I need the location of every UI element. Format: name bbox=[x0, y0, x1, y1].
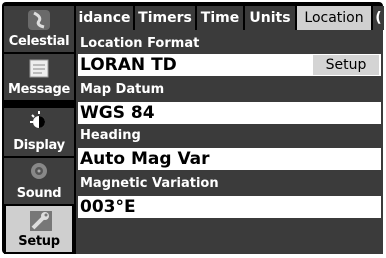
location-panel: Location Format LORAN TD Setup Map Datum… bbox=[76, 30, 383, 254]
tab-bar: idance Timers Time Units Location ( bbox=[76, 6, 384, 30]
tab-location[interactable]: Location bbox=[297, 6, 371, 30]
sidebar-item-setup[interactable]: Setup bbox=[4, 204, 74, 254]
setup-button[interactable]: Setup bbox=[313, 55, 379, 75]
sidebar-item-label: Display bbox=[13, 138, 65, 153]
sidebar-item-display[interactable]: Display bbox=[4, 108, 74, 156]
sidebar-item-message[interactable]: Message bbox=[4, 54, 74, 100]
sidebar: Celestial Message Display Sound Setup bbox=[4, 4, 74, 254]
magnetic-variation-label: Magnetic Variation bbox=[80, 176, 219, 191]
tab-time[interactable]: Time bbox=[197, 6, 243, 30]
setup-icon bbox=[30, 211, 52, 231]
tab-timers[interactable]: Timers bbox=[135, 6, 195, 30]
celestial-icon bbox=[28, 10, 50, 30]
sound-icon bbox=[31, 163, 47, 179]
display-icon bbox=[30, 111, 45, 128]
heading-label: Heading bbox=[80, 128, 141, 143]
location-format-value: LORAN TD bbox=[80, 55, 177, 75]
sidebar-item-label: Setup bbox=[18, 234, 60, 249]
sidebar-item-label: Message bbox=[7, 82, 71, 97]
tab-units[interactable]: Units bbox=[245, 6, 295, 30]
sidebar-item-celestial[interactable]: Celestial bbox=[4, 6, 74, 52]
map-datum-field[interactable]: WGS 84 bbox=[78, 102, 381, 124]
location-format-field[interactable]: LORAN TD Setup bbox=[78, 54, 381, 76]
message-icon bbox=[29, 59, 49, 78]
sidebar-item-label: Celestial bbox=[8, 34, 70, 49]
sidebar-item-label: Sound bbox=[16, 186, 62, 201]
heading-field[interactable]: Auto Mag Var bbox=[78, 148, 381, 170]
tab-next[interactable]: ( bbox=[373, 6, 384, 30]
sidebar-item-sound[interactable]: Sound bbox=[4, 158, 74, 204]
map-datum-label: Map Datum bbox=[80, 82, 165, 97]
location-format-label: Location Format bbox=[80, 36, 200, 51]
magnetic-variation-field[interactable]: 003°E bbox=[78, 196, 381, 218]
tab-guidance[interactable]: idance bbox=[76, 6, 133, 30]
